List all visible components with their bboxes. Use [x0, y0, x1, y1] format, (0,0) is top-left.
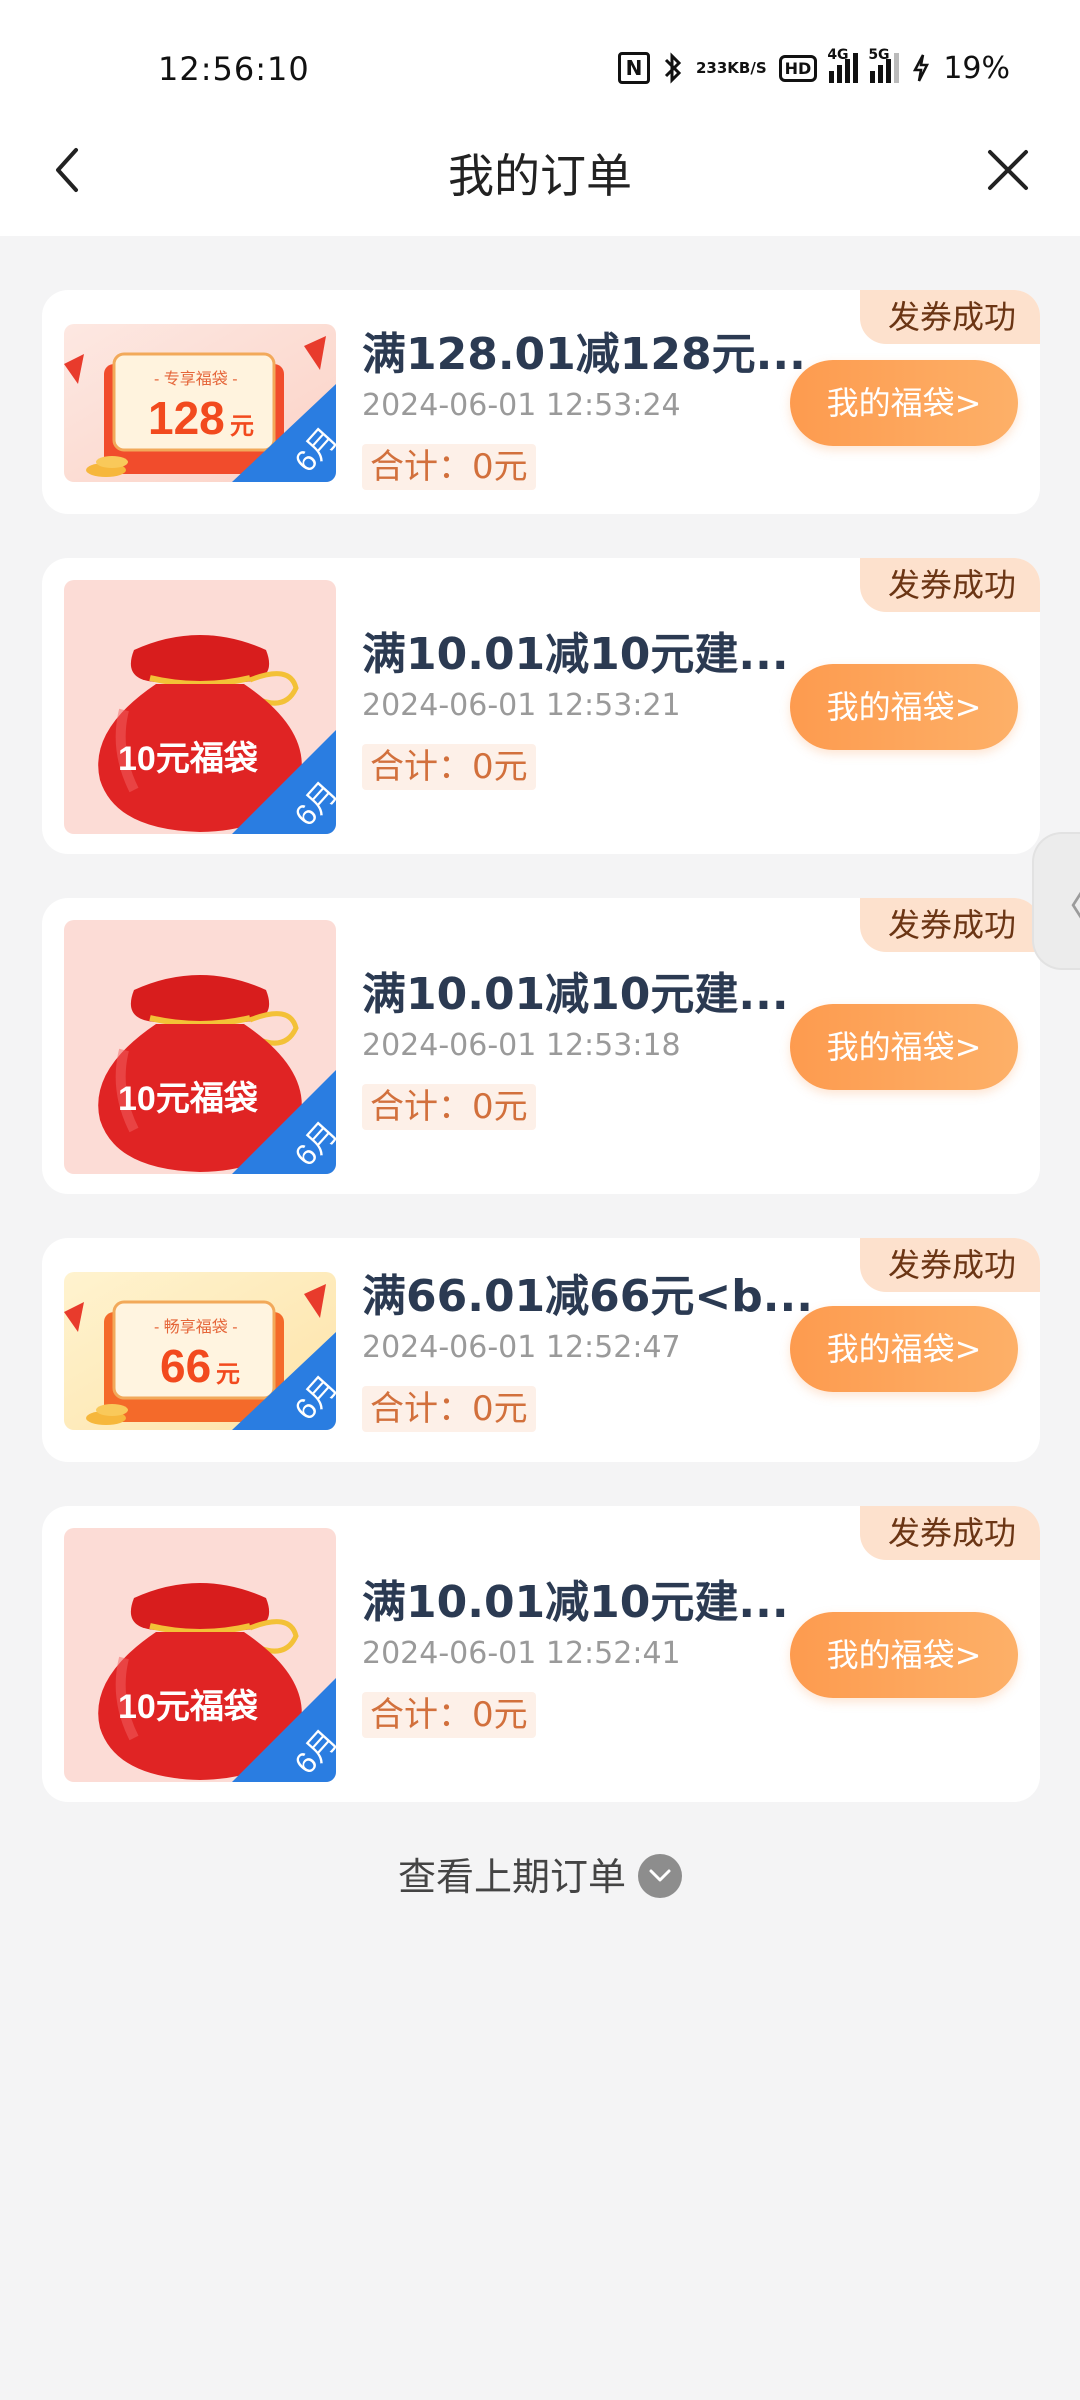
- lucky-bag-thumbnail: 10元福袋 6月: [64, 580, 336, 834]
- order-total: 合计：0元: [362, 444, 536, 490]
- network-speed: 233 KB/S: [695, 58, 767, 77]
- bag-label: 10元福袋: [118, 1080, 258, 1118]
- signal-label-4g: 4G: [827, 47, 849, 63]
- bluetooth-icon: [662, 52, 684, 84]
- order-card[interactable]: 发券成功 10元福袋 6月 满10.01减10元建... 2024-06-01 …: [42, 898, 1040, 1194]
- coupon-amount: 128: [148, 392, 225, 444]
- signal-label-5g: 5G: [868, 47, 890, 63]
- coupon-top-label: - 畅享福袋 -: [154, 1318, 238, 1336]
- coupon-top-label: - 专享福袋 -: [154, 370, 238, 388]
- side-drawer-handle[interactable]: 〈: [1032, 832, 1080, 970]
- top-bar: 12:56:10 N 233 KB/S HD 4G 5G 19% 我的订单: [0, 0, 1080, 236]
- status-badge: 发券成功: [859, 558, 1040, 612]
- status-badge: 发券成功: [859, 290, 1040, 344]
- order-total: 合计：0元: [362, 1692, 536, 1738]
- status-badge: 发券成功: [859, 1238, 1040, 1292]
- back-button[interactable]: [44, 140, 88, 200]
- order-card[interactable]: 发券成功 10元福袋 6月 满10.01减10元建... 2024-06-01 …: [42, 1506, 1040, 1802]
- bag-label: 10元福袋: [118, 1688, 258, 1726]
- coupon-thumbnail: - 专享福袋 - 128 元 6月: [64, 324, 336, 482]
- order-date: 2024-06-01 12:52:41: [362, 1636, 681, 1671]
- hd-icon: HD: [778, 54, 818, 82]
- chevron-left-icon: 〈: [1048, 874, 1080, 932]
- signal-icon-4g: 4G: [827, 47, 859, 83]
- order-card[interactable]: 发券成功 10元福袋 6月 满10.01减10元建... 2024-06-01 …: [42, 558, 1040, 854]
- order-date: 2024-06-01 12:53:24: [362, 388, 681, 423]
- battery-percent: 19%: [943, 50, 1010, 86]
- my-lucky-bag-button[interactable]: 我的福袋>: [790, 1612, 1018, 1698]
- speed-value: 233: [695, 58, 728, 77]
- order-card[interactable]: 发券成功 - 畅享福袋 - 66 元 6月 满66.01减66元<b... 20…: [42, 1238, 1040, 1462]
- order-title: 满10.01减10元建...: [362, 629, 789, 680]
- lucky-bag-thumbnail: 10元福袋 6月: [64, 1528, 336, 1782]
- coupon-thumbnail: - 畅享福袋 - 66 元 6月: [64, 1272, 336, 1430]
- close-button[interactable]: [980, 142, 1036, 198]
- coupon-amount: 66: [160, 1340, 211, 1392]
- order-card[interactable]: 发券成功 - 专享福袋 - 128 元 6月 满128.01减128元... 2…: [42, 290, 1040, 514]
- status-icons: N 233 KB/S HD 4G 5G 19%: [617, 47, 1010, 88]
- close-icon: [988, 150, 1028, 190]
- charging-icon: [911, 53, 931, 83]
- speed-unit: KB/S: [727, 58, 767, 77]
- chevron-down-icon: [638, 1854, 682, 1898]
- signal-icon-5g: 5G: [868, 47, 900, 83]
- my-lucky-bag-button[interactable]: 我的福袋>: [790, 1306, 1018, 1392]
- order-title: 满66.01减66元<b...: [362, 1271, 813, 1322]
- order-total: 合计：0元: [362, 1386, 536, 1432]
- chevron-left-icon: [56, 148, 78, 192]
- page-title: 我的订单: [448, 149, 632, 203]
- coupon-unit: 元: [216, 1361, 240, 1388]
- status-badge: 发券成功: [859, 1506, 1040, 1560]
- coupon-unit: 元: [230, 413, 254, 440]
- my-lucky-bag-button[interactable]: 我的福袋>: [790, 360, 1018, 446]
- order-total: 合计：0元: [362, 744, 536, 790]
- bag-label: 10元福袋: [118, 740, 258, 778]
- lucky-bag-thumbnail: 10元福袋 6月: [64, 920, 336, 1174]
- status-time: 12:56:10: [158, 50, 310, 88]
- nfc-icon: N: [617, 52, 650, 84]
- order-date: 2024-06-01 12:53:21: [362, 688, 681, 723]
- order-total: 合计：0元: [362, 1084, 536, 1130]
- view-previous-orders-label: 查看上期订单: [397, 1855, 626, 1899]
- order-date: 2024-06-01 12:53:18: [362, 1028, 681, 1063]
- order-title: 满128.01减128元...: [362, 329, 806, 380]
- view-previous-orders-button[interactable]: 查看上期订单: [0, 1846, 1080, 1901]
- order-title: 满10.01减10元建...: [362, 969, 789, 1020]
- order-date: 2024-06-01 12:52:47: [362, 1330, 681, 1365]
- my-lucky-bag-button[interactable]: 我的福袋>: [790, 1004, 1018, 1090]
- status-badge: 发券成功: [859, 898, 1040, 952]
- order-title: 满10.01减10元建...: [362, 1577, 789, 1628]
- my-lucky-bag-button[interactable]: 我的福袋>: [790, 664, 1018, 750]
